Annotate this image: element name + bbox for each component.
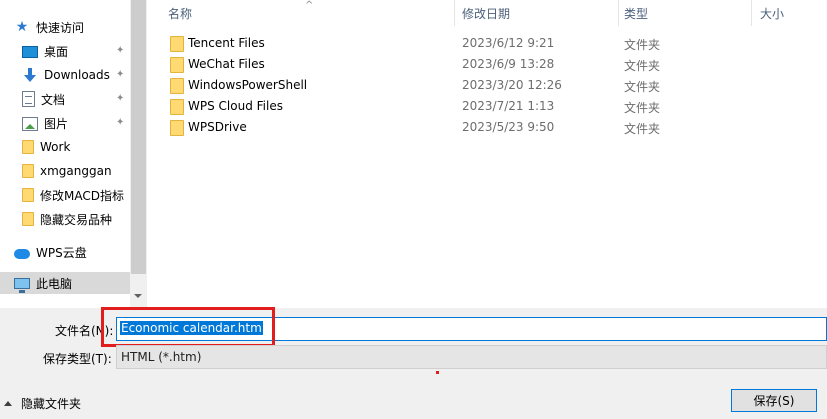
nav-item-label: 修改MACD指标 — [40, 188, 124, 203]
hide-folders-label: 隐藏文件夹 — [21, 397, 82, 411]
folder-icon — [22, 164, 34, 178]
folder-icon — [170, 99, 184, 115]
file-name: WeChat Files — [188, 57, 265, 71]
nav-item-documents[interactable]: 文档 — [22, 88, 130, 110]
pc-icon — [14, 278, 30, 293]
file-name: WindowsPowerShell — [188, 78, 308, 92]
desktop-icon — [22, 46, 38, 58]
pin-icon: ✦ — [116, 117, 125, 128]
navigation-pane: ★ 快速访问 桌面 ✦ Downloads ✦ 文档 ✦ 图片 ✦ Work x… — [0, 0, 147, 308]
file-modified: 2023/5/23 9:50 — [462, 120, 555, 134]
pin-icon: ✦ — [116, 93, 125, 104]
nav-item-wps-cloud[interactable]: WPS云盘 — [14, 241, 130, 263]
column-header-size[interactable]: 大小 — [760, 0, 820, 26]
star-icon: ★ — [15, 19, 29, 35]
document-icon — [22, 91, 35, 107]
nav-item-label: 桌面 — [44, 44, 69, 59]
column-header-label: 名称 — [168, 6, 193, 21]
folder-icon — [22, 140, 34, 154]
nav-item-label: Work — [40, 140, 71, 154]
nav-item-xmganggan[interactable]: xmganggan — [22, 160, 130, 182]
folder-icon — [170, 120, 184, 136]
scroll-down-arrow-icon[interactable] — [134, 294, 142, 298]
folder-icon — [22, 188, 34, 202]
folder-icon — [170, 36, 184, 52]
nav-item-label: Downloads — [44, 68, 110, 82]
red-dot-mark — [436, 371, 439, 374]
column-header-label: 修改日期 — [462, 6, 511, 21]
column-divider[interactable] — [618, 0, 619, 26]
nav-item-macd[interactable]: 修改MACD指标 — [22, 184, 130, 206]
nav-item-quick-access[interactable]: ★ 快速访问 — [14, 16, 130, 38]
column-divider[interactable] — [751, 0, 752, 26]
file-row[interactable]: WPS Cloud Files 2023/7/21 1:13 文件夹 — [168, 96, 808, 117]
save-button[interactable]: 保存(S) — [731, 389, 817, 412]
nav-scrollbar[interactable] — [130, 0, 147, 308]
nav-item-label: xmganggan — [40, 164, 112, 178]
nav-item-label: WPS云盘 — [36, 245, 87, 260]
file-name: WPSDrive — [188, 120, 247, 134]
sort-ascending-icon: ^ — [305, 0, 314, 11]
nav-item-label: 隐藏交易品种 — [40, 212, 113, 227]
file-row[interactable]: WPSDrive 2023/5/23 9:50 文件夹 — [168, 117, 808, 138]
nav-item-label: 文档 — [41, 92, 66, 107]
file-name: WPS Cloud Files — [188, 99, 283, 113]
highlight-annotation — [101, 307, 275, 347]
column-header-label: 类型 — [624, 6, 649, 21]
file-row[interactable]: WindowsPowerShell 2023/3/20 12:26 文件夹 — [168, 75, 808, 96]
folder-icon — [170, 57, 184, 73]
filetype-label: 保存类型(T): — [43, 352, 112, 366]
column-header-label: 大小 — [760, 6, 785, 21]
file-modified: 2023/3/20 12:26 — [462, 78, 562, 92]
save-button-label: 保存(S) — [753, 394, 795, 408]
nav-item-label: 快速访问 — [36, 20, 85, 35]
file-modified: 2023/6/12 9:21 — [462, 36, 555, 50]
nav-item-this-pc[interactable]: 此电脑 — [0, 272, 147, 294]
file-name: Tencent Files — [188, 36, 265, 50]
file-type: 文件夹 — [624, 80, 661, 94]
picture-icon — [22, 116, 38, 131]
filetype-value: HTML (*.htm) — [121, 350, 202, 364]
folder-icon — [22, 212, 34, 226]
hide-folders-toggle[interactable]: 隐藏文件夹 — [4, 395, 81, 412]
cloud-icon — [14, 248, 30, 259]
chevron-up-icon — [4, 401, 12, 406]
file-list: 名称 ^ 修改日期 类型 大小 Tencent Files 2023/6/12 … — [147, 0, 827, 308]
nav-item-label: 此电脑 — [36, 276, 73, 291]
filetype-select[interactable]: HTML (*.htm) — [116, 345, 827, 369]
file-type: 文件夹 — [624, 38, 661, 52]
nav-item-hidden-symbols[interactable]: 隐藏交易品种 — [22, 208, 130, 230]
folder-icon — [170, 78, 184, 94]
download-icon — [22, 67, 38, 83]
nav-item-downloads[interactable]: Downloads — [22, 64, 130, 86]
column-divider[interactable] — [454, 0, 455, 26]
nav-item-desktop[interactable]: 桌面 — [22, 40, 130, 62]
pin-icon: ✦ — [116, 69, 125, 80]
nav-item-work[interactable]: Work — [22, 136, 130, 158]
file-modified: 2023/7/21 1:13 — [462, 99, 555, 113]
pin-icon: ✦ — [116, 45, 125, 56]
file-row[interactable]: WeChat Files 2023/6/9 13:28 文件夹 — [168, 54, 808, 75]
file-type: 文件夹 — [624, 122, 661, 136]
file-type: 文件夹 — [624, 59, 661, 73]
file-row[interactable]: Tencent Files 2023/6/12 9:21 文件夹 — [168, 33, 808, 54]
column-header-type[interactable]: 类型 — [624, 0, 744, 26]
file-type: 文件夹 — [624, 101, 661, 115]
scrollbar-thumb[interactable] — [131, 0, 146, 274]
nav-item-label: 图片 — [44, 116, 69, 131]
nav-item-pictures[interactable]: 图片 — [22, 112, 130, 134]
column-header-modified[interactable]: 修改日期 — [462, 0, 612, 26]
file-modified: 2023/6/9 13:28 — [462, 57, 555, 71]
